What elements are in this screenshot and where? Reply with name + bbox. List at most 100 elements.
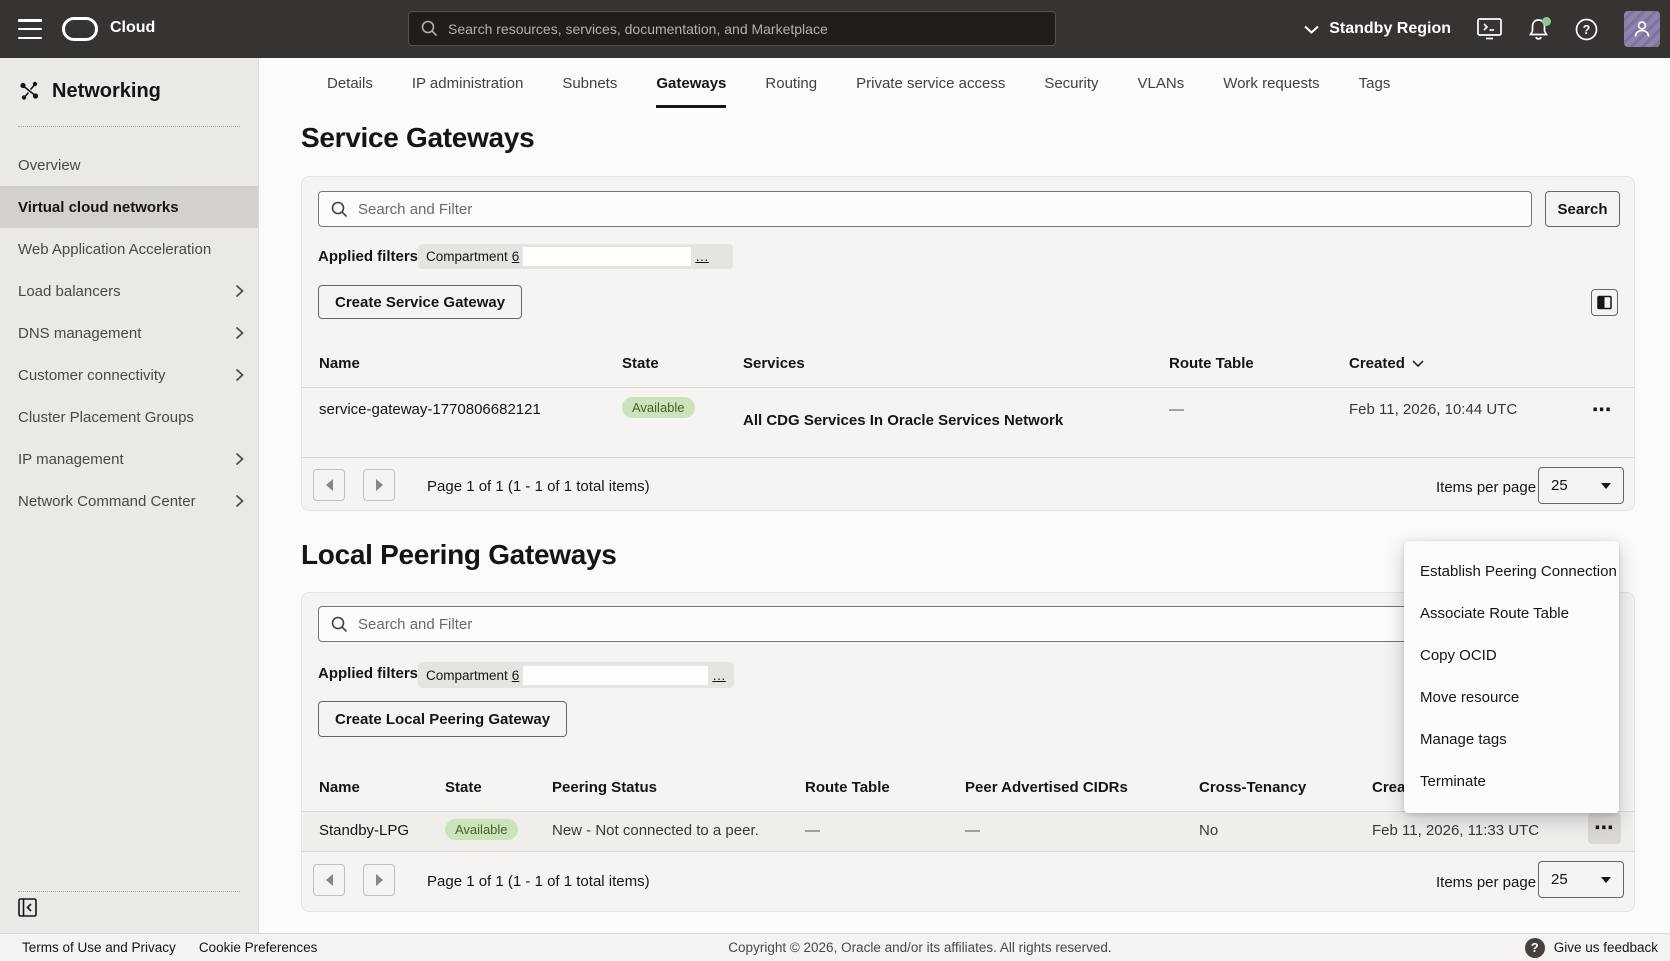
footer-help-icon[interactable]: ? — [1525, 938, 1545, 958]
local-peering-gateways-title: Local Peering Gateways — [301, 539, 617, 571]
lpg-col-cross-tenancy: Cross-Tenancy — [1199, 779, 1306, 796]
lpg-row-peer-cidrs: — — [965, 820, 980, 842]
hamburger-menu-icon[interactable] — [18, 19, 42, 39]
svg-text:?: ? — [1583, 23, 1591, 37]
tab-gateways[interactable]: Gateways — [656, 58, 726, 108]
menu-item-associate-route-table[interactable]: Associate Route Table — [1404, 593, 1619, 635]
global-search-input[interactable] — [448, 21, 1055, 37]
sg-page-status: Page 1 of 1 (1 - 1 of 1 total items) — [427, 478, 650, 495]
sidebar-item-ip-management[interactable]: IP management — [0, 438, 258, 480]
lpg-compartment-filter-chip[interactable]: Compartment 6 … — [418, 662, 734, 688]
sg-items-per-page-label: Items per page — [1436, 479, 1536, 496]
tab-subnets[interactable]: Subnets — [562, 58, 617, 108]
lpg-row-route-table: — — [805, 820, 820, 842]
sg-search-input[interactable] — [358, 201, 1531, 218]
divider — [18, 891, 240, 892]
sg-applied-filters-label: Applied filters — [318, 248, 418, 265]
sidebar-item-virtual-cloud-networks[interactable]: Virtual cloud networks — [0, 186, 258, 228]
divider — [302, 457, 1634, 458]
sidebar-item-dns-management[interactable]: DNS management — [0, 312, 258, 354]
sidebar-item-customer-connectivity[interactable]: Customer connectivity — [0, 354, 258, 396]
sg-chip-more-link[interactable]: … — [695, 249, 709, 264]
sg-row-services-link[interactable]: All CDG Services In Oracle Services Netw… — [743, 410, 1063, 432]
column-settings-icon[interactable] — [1591, 289, 1618, 316]
tab-vlans[interactable]: VLANs — [1138, 58, 1185, 108]
sg-compartment-value[interactable]: 6 — [512, 249, 520, 264]
lpg-col-state: State — [445, 779, 482, 796]
cookie-preferences-link[interactable]: Cookie Preferences — [199, 940, 318, 955]
menu-item-terminate[interactable]: Terminate — [1404, 761, 1619, 803]
lpg-row-actions-icon[interactable]: ⋯ — [1588, 813, 1621, 844]
lpg-applied-filters-label: Applied filters — [318, 665, 418, 682]
sidebar-item-web-application-acceleration[interactable]: Web Application Acceleration — [0, 228, 258, 270]
sidebar-item-network-command-center[interactable]: Network Command Center — [0, 480, 258, 522]
collapse-sidebar-icon[interactable] — [18, 898, 37, 917]
lpg-items-per-page-label: Items per page — [1436, 874, 1536, 891]
create-local-peering-gateway-button[interactable]: Create Local Peering Gateway — [318, 701, 567, 737]
sg-compartment-filter-chip[interactable]: Compartment 6 … — [418, 244, 733, 269]
menu-item-move-resource[interactable]: Move resource — [1404, 677, 1619, 719]
lpg-row-state-badge: Available — [445, 819, 518, 840]
lpg-items-per-page-select[interactable]: 25 — [1538, 861, 1624, 898]
sg-row-state-badge: Available — [622, 397, 695, 418]
sg-row-name: service-gateway-1770806682121 — [319, 399, 541, 421]
divider — [302, 387, 1634, 388]
lpg-col-name: Name — [319, 779, 360, 796]
service-gateways-panel: Search Applied filters Compartment 6 … C… — [301, 176, 1635, 511]
main-content: Details IP administration Subnets Gatewa… — [259, 58, 1670, 933]
tab-ip-administration[interactable]: IP administration — [412, 58, 523, 108]
sidebar-item-cluster-placement-groups[interactable]: Cluster Placement Groups — [0, 396, 258, 438]
caret-down-icon — [1601, 877, 1611, 883]
sg-search-button[interactable]: Search — [1545, 191, 1620, 227]
lpg-chip-more-link[interactable]: … — [712, 668, 726, 683]
chevron-right-icon — [235, 494, 244, 508]
sg-next-page-button[interactable] — [363, 469, 395, 501]
service-gateways-title: Service Gateways — [301, 122, 534, 154]
lpg-compartment-value[interactable]: 6 — [512, 668, 520, 683]
lpg-prev-page-button[interactable] — [313, 864, 345, 896]
search-icon — [421, 20, 438, 37]
sg-col-created-sort[interactable]: Created — [1349, 355, 1424, 372]
search-icon — [331, 616, 348, 633]
terms-link[interactable]: Terms of Use and Privacy — [22, 940, 176, 955]
region-selector[interactable]: Standby Region — [1304, 20, 1451, 38]
lpg-search-input[interactable] — [358, 616, 1531, 633]
sidebar-item-load-balancers[interactable]: Load balancers — [0, 270, 258, 312]
networking-icon — [18, 80, 41, 103]
sg-prev-page-button[interactable] — [313, 469, 345, 501]
tab-security[interactable]: Security — [1044, 58, 1098, 108]
help-icon[interactable]: ? — [1575, 18, 1598, 41]
sg-col-state: State — [622, 355, 659, 372]
lpg-search-filter[interactable] — [318, 606, 1532, 642]
redaction-box — [523, 666, 708, 685]
redaction-box — [523, 247, 691, 266]
user-avatar[interactable] — [1624, 11, 1660, 47]
lpg-row-created: Feb 11, 2026, 11:33 UTC — [1372, 820, 1539, 842]
menu-item-copy-ocid[interactable]: Copy OCID — [1404, 635, 1619, 677]
tab-work-requests[interactable]: Work requests — [1223, 58, 1319, 108]
lpg-next-page-button[interactable] — [363, 864, 395, 896]
feedback-link[interactable]: Give us feedback — [1554, 940, 1658, 955]
create-service-gateway-button[interactable]: Create Service Gateway — [318, 285, 522, 319]
menu-item-manage-tags[interactable]: Manage tags — [1404, 719, 1619, 761]
notifications-bell-icon[interactable] — [1528, 18, 1549, 41]
tab-private-service-access[interactable]: Private service access — [856, 58, 1005, 108]
tab-details[interactable]: Details — [327, 58, 373, 108]
global-search[interactable] — [408, 11, 1056, 46]
tab-tags[interactable]: Tags — [1359, 58, 1391, 108]
lpg-col-route-table: Route Table — [805, 779, 890, 796]
tab-routing[interactable]: Routing — [765, 58, 817, 108]
topbar: Cloud Standby Region ? — [0, 0, 1670, 58]
sg-items-per-page-select[interactable]: 25 — [1538, 467, 1624, 504]
sg-row-actions-icon[interactable]: ⋯ — [1592, 401, 1613, 420]
menu-item-establish-peering-connection[interactable]: Establish Peering Connection — [1404, 551, 1619, 593]
cloud-shell-icon[interactable] — [1477, 18, 1502, 40]
divider — [302, 851, 1634, 852]
lpg-page-status: Page 1 of 1 (1 - 1 of 1 total items) — [427, 873, 650, 890]
sort-chevron-icon — [1412, 360, 1424, 367]
sidebar: Networking Overview Virtual cloud networ… — [0, 58, 259, 933]
oracle-logo-icon — [62, 17, 98, 41]
sidebar-item-overview[interactable]: Overview — [0, 144, 258, 186]
row-actions-context-menu: Establish Peering Connection Associate R… — [1404, 541, 1619, 813]
sg-search-filter[interactable] — [318, 191, 1532, 227]
